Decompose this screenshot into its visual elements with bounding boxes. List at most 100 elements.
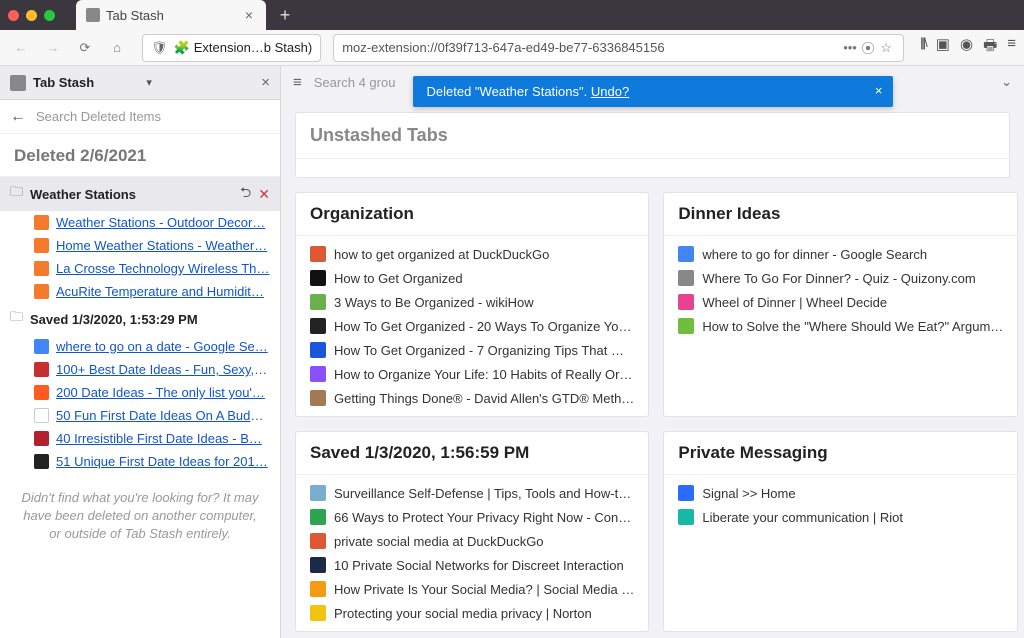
sidebar-item[interactable]: 50 Fun First Date Ideas On A Budg… [0,404,280,427]
stash-item[interactable]: Getting Things Done® - David Allen's GTD… [300,386,644,410]
stash-item-title: Wheel of Dinner | Wheel Decide [702,295,887,310]
stash-item[interactable]: Liberate your communication | Riot [668,505,1013,529]
favicon [34,362,49,377]
stash-item-title: 10 Private Social Networks for Discreet … [334,558,624,573]
sidebar-item-link[interactable]: 40 Irresistible First Date Ideas - B… [56,431,270,446]
sidebar-toggle-icon[interactable]: ▣ [936,35,950,60]
toast-close-icon[interactable]: × [875,83,883,98]
sidebar-item[interactable]: Weather Stations - Outdoor Decor… [0,211,280,234]
stash-item[interactable]: How to Get Organized [300,266,644,290]
sidebar-item-link[interactable]: AcuRite Temperature and Humidit… [56,284,270,299]
favicon [310,270,326,286]
sidebar-hint: Didn't find what you're looking for? It … [0,473,280,560]
browser-toolbar: ← → ⟳ ⌂ 🛡 🧩 Extension…b Stash) moz-exten… [0,30,1024,66]
stash-item[interactable]: How To Get Organized - 7 Organizing Tips… [300,338,644,362]
stash-item[interactable]: Protecting your social media privacy | N… [300,601,644,625]
account-icon[interactable]: ◉ [960,35,973,60]
stash-item[interactable]: How to Organize Your Life: 10 Habits of … [300,362,644,386]
sidebar-search[interactable]: ← Search Deleted Items [0,100,280,134]
group-title[interactable]: Dinner Ideas [664,193,1017,236]
sidebar-item-link[interactable]: 200 Date Ideas - The only list you'… [56,385,270,400]
sidebar-item-link[interactable]: Weather Stations - Outdoor Decor… [56,215,270,230]
favicon [310,246,326,262]
chevron-down-icon[interactable]: ▾ [146,76,152,89]
sidebar-item[interactable]: AcuRite Temperature and Humidit… [0,280,280,303]
page-actions-icon[interactable]: ••• [841,40,859,55]
menu-icon[interactable]: ≡ [1007,35,1016,60]
stash-item[interactable]: How To Get Organized - 20 Ways To Organi… [300,314,644,338]
sidebar-item[interactable]: where to go on a date - Google Se… [0,335,280,358]
sidebar-item[interactable]: 51 Unique First Date Ideas for 201… [0,450,280,473]
bookmark-star-icon[interactable]: ☆ [877,40,895,56]
maximize-window-button[interactable] [44,10,55,21]
sidebar-item[interactable]: 200 Date Ideas - The only list you'… [0,381,280,404]
undo-link[interactable]: Undo? [591,84,629,99]
stash-item[interactable]: how to get organized at DuckDuckGo [300,242,644,266]
stash-item[interactable]: private social media at DuckDuckGo [300,529,644,553]
stash-item-title: Signal >> Home [702,486,795,501]
tab-title: Tab Stash [106,8,242,23]
sidebar-folder[interactable]: 🗀Weather Stations⮌✕ [0,177,280,211]
tab-favicon [86,8,100,22]
sidebar-item[interactable]: La Crosse Technology Wireless Th… [0,257,280,280]
favicon [678,246,694,262]
group-title[interactable]: Private Messaging [664,432,1017,475]
sidebar-item-link[interactable]: Home Weather Stations - Weather… [56,238,270,253]
restore-icon[interactable]: ⮌ [240,182,251,206]
stash-item-title: where to go for dinner - Google Search [702,247,927,262]
sidebar-item-link[interactable]: 100+ Best Date Ideas - Fun, Sexy, … [56,362,270,377]
tab-close-icon[interactable]: × [242,7,256,23]
hamburger-icon[interactable]: ≡ [293,74,302,91]
stash-item[interactable]: 3 Ways to Be Organized - wikiHow [300,290,644,314]
stash-item-title: private social media at DuckDuckGo [334,534,544,549]
favicon [34,339,49,354]
stash-item-title: How to Solve the "Where Should We Eat?" … [702,319,1003,334]
stash-item[interactable]: Where To Go For Dinner? - Quiz - Quizony… [668,266,1013,290]
sidebar-item-link[interactable]: La Crosse Technology Wireless Th… [56,261,270,276]
stash-item[interactable]: 66 Ways to Protect Your Privacy Right No… [300,505,644,529]
stash-item[interactable]: Wheel of Dinner | Wheel Decide [668,290,1013,314]
favicon [678,318,694,334]
url-bar[interactable]: moz-extension://0f39f713-647a-ed49-be77-… [333,34,904,62]
close-window-button[interactable] [8,10,19,21]
favicon [34,408,49,423]
folder-icon: 🗀 [10,183,23,205]
stash-item-title: Getting Things Done® - David Allen's GTD… [334,391,634,406]
group-title[interactable]: Organization [296,193,648,236]
favicon [678,294,694,310]
group-title[interactable]: Saved 1/3/2020, 1:56:59 PM [296,432,648,475]
sidebar-item[interactable]: Home Weather Stations - Weather… [0,234,280,257]
sidebar-item-link[interactable]: 51 Unique First Date Ideas for 201… [56,454,270,469]
reader-mode-icon[interactable]: ⦿ [859,38,877,57]
reload-button[interactable]: ⟳ [72,35,98,61]
forward-button[interactable]: → [40,35,66,61]
sidebar-close-icon[interactable]: × [261,74,270,91]
sidebar-folder[interactable]: 🗀Saved 1/3/2020, 1:53:29 PM [0,303,280,335]
stash-item[interactable]: Signal >> Home [668,481,1013,505]
stash-item[interactable]: How to Solve the "Where Should We Eat?" … [668,314,1013,338]
minimize-window-button[interactable] [26,10,37,21]
sidebar-item-link[interactable]: where to go on a date - Google Se… [56,339,270,354]
back-button[interactable]: ← [8,35,34,61]
back-arrow-icon[interactable]: ← [10,108,26,126]
sidebar-item[interactable]: 40 Irresistible First Date Ideas - B… [0,427,280,450]
favicon [310,318,326,334]
collapse-all-icon[interactable]: ⌄ [1001,74,1012,90]
favicon [34,238,49,253]
browser-tab[interactable]: Tab Stash × [76,0,266,30]
stash-item[interactable]: 10 Private Social Networks for Discreet … [300,553,644,577]
sidebar-item-link[interactable]: 50 Fun First Date Ideas On A Budg… [56,408,270,423]
favicon [34,261,49,276]
sidebar-item[interactable]: 100+ Best Date Ideas - Fun, Sexy, … [0,358,280,381]
identity-box[interactable]: 🛡 🧩 Extension…b Stash) [142,34,321,62]
stash-item[interactable]: Surveillance Self-Defense | Tips, Tools … [300,481,644,505]
delete-forever-icon[interactable]: ✕ [258,186,270,203]
home-button[interactable]: ⌂ [104,35,130,61]
stash-item[interactable]: How Private Is Your Social Media? | Soci… [300,577,644,601]
new-tab-button[interactable]: + [272,2,298,28]
stash-item[interactable]: where to go for dinner - Google Search [668,242,1013,266]
library-icon[interactable]: |||\ [920,35,926,60]
print-icon[interactable]: 🖶 [983,35,997,60]
stash-item-title: 66 Ways to Protect Your Privacy Right No… [334,510,631,525]
stash-item-title: How To Get Organized - 20 Ways To Organi… [334,319,631,334]
